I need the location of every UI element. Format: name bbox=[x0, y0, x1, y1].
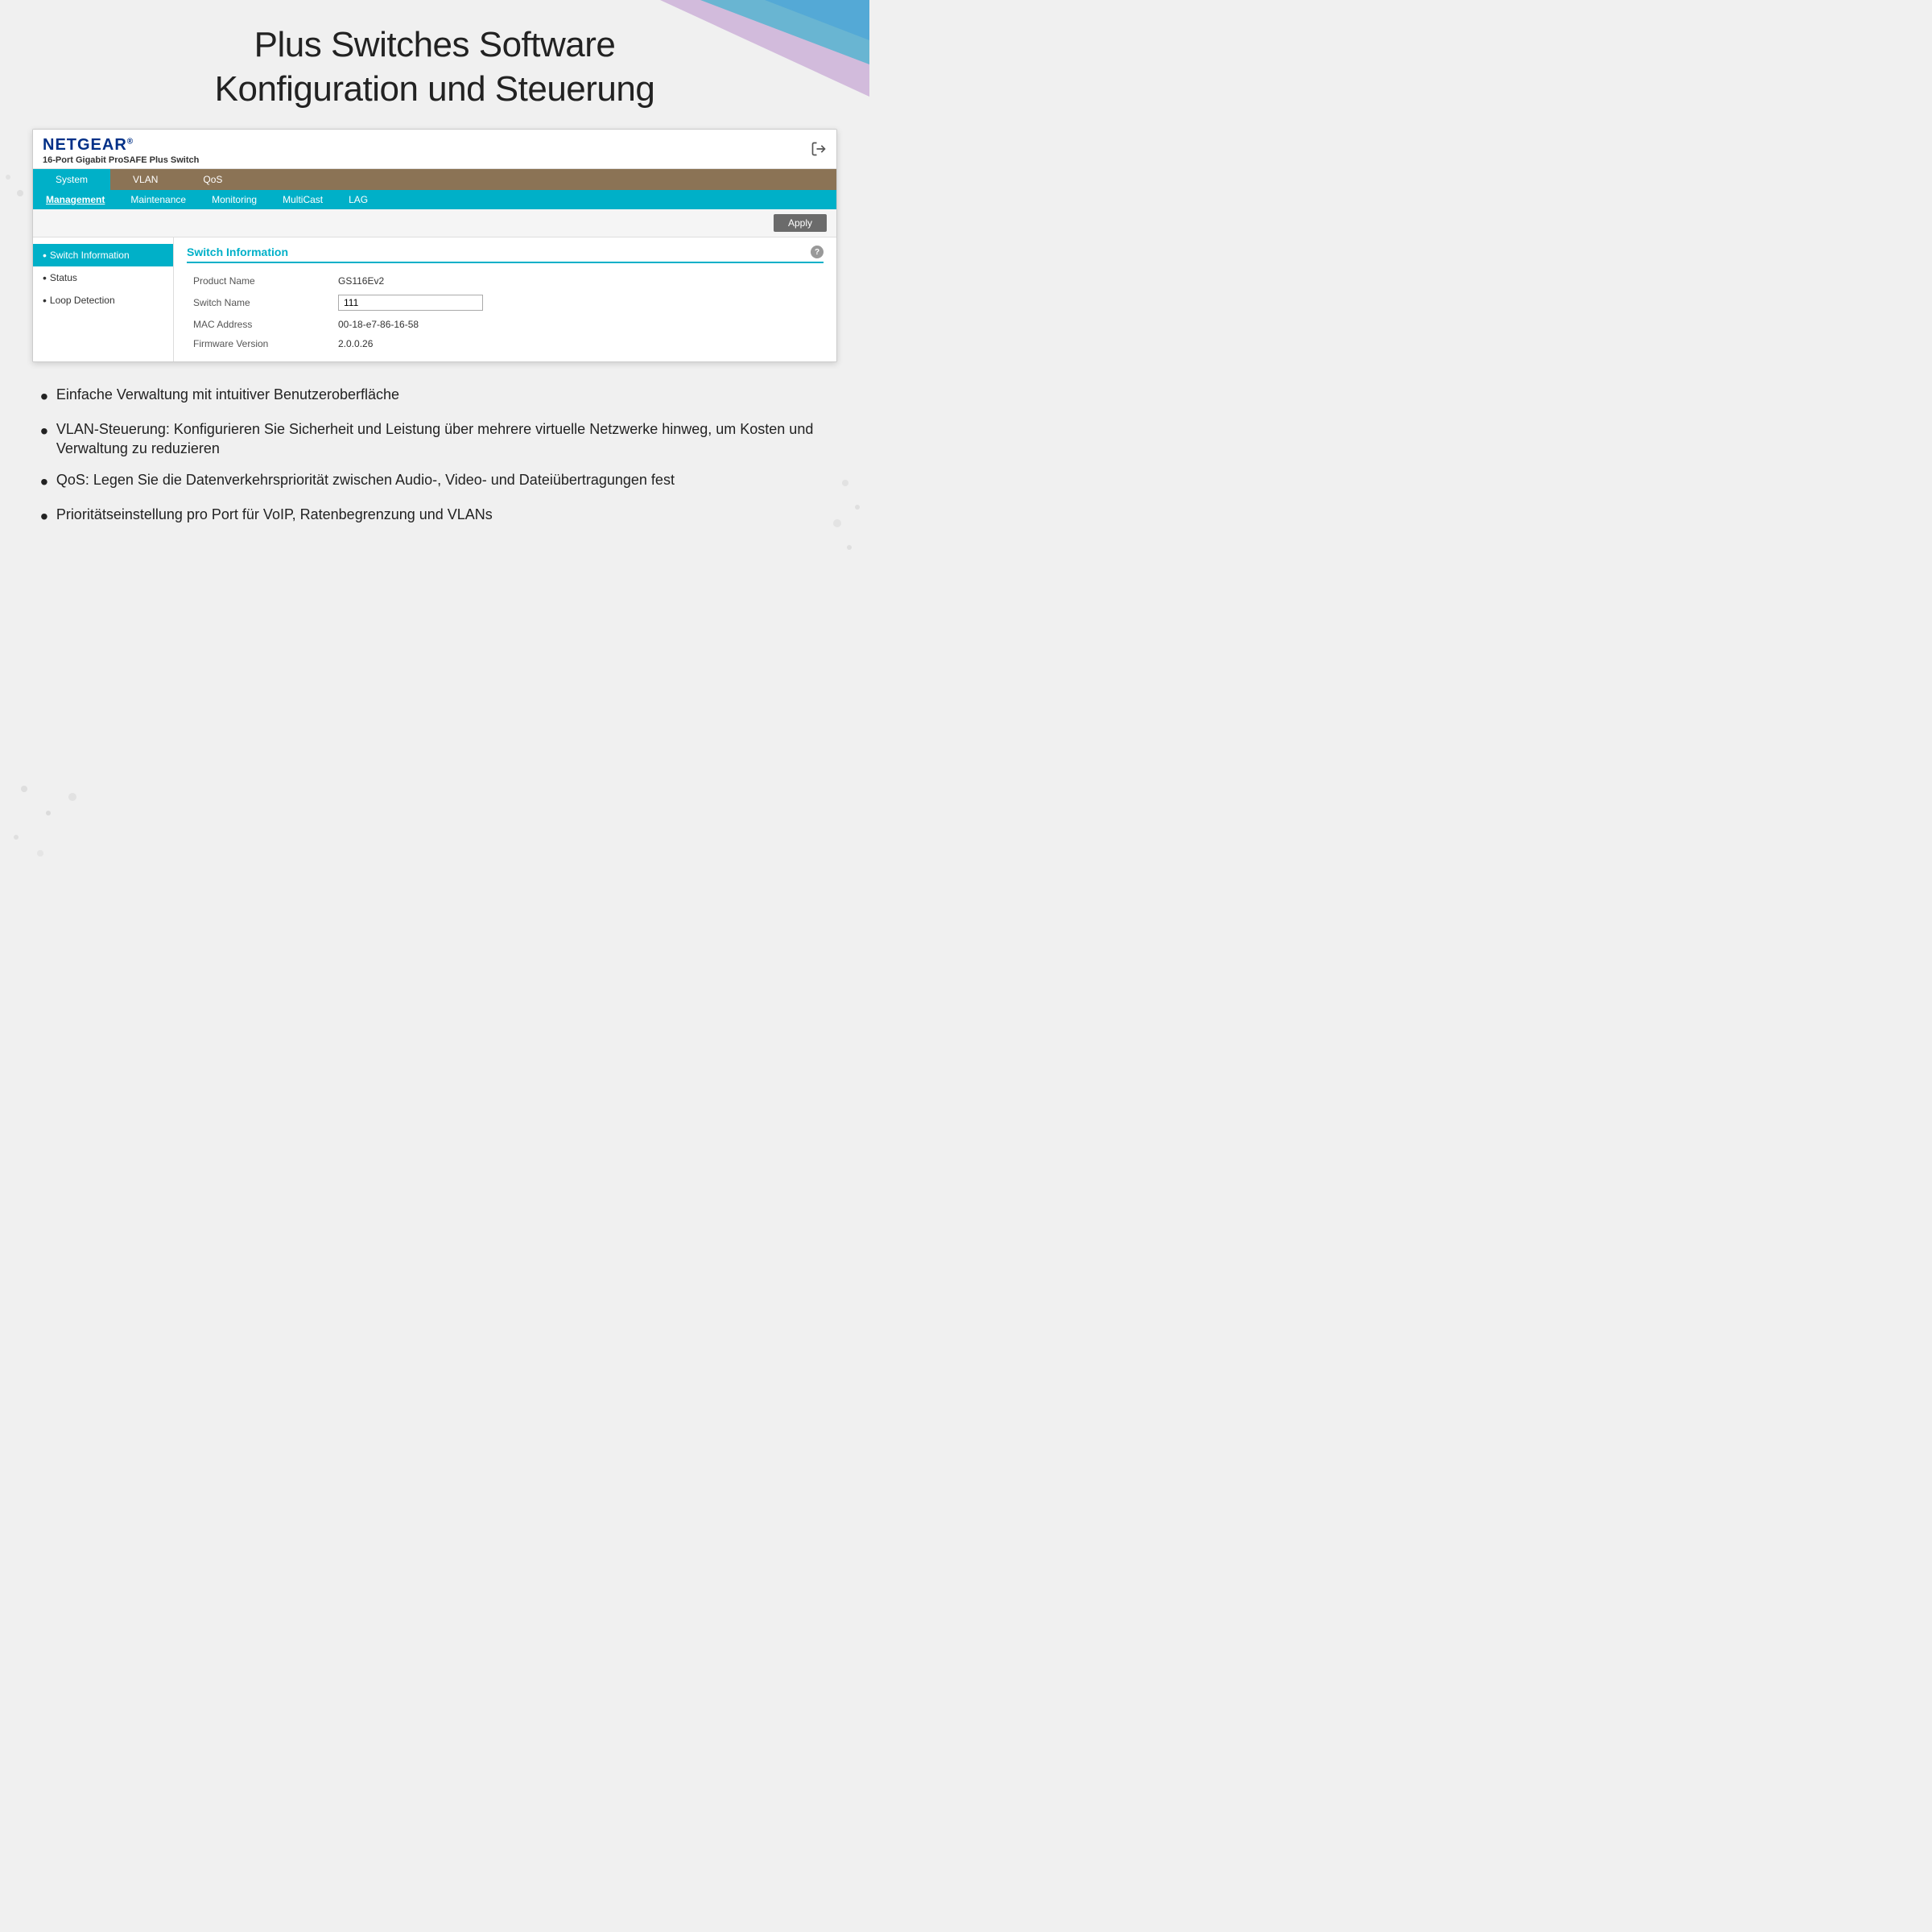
bullets-section: • Einfache Verwaltung mit intuitiver Ben… bbox=[32, 385, 837, 539]
bullet-text-4: Prioritätseinstellung pro Port für VoIP,… bbox=[56, 505, 493, 524]
info-panel: Switch Information ? Product Name GS116E… bbox=[174, 237, 836, 361]
field-value-mac-address: 00-18-e7-86-16-58 bbox=[332, 315, 824, 334]
bullet-dot: • bbox=[40, 471, 48, 493]
apply-row: Apply bbox=[33, 209, 836, 237]
bullet-text-3: QoS: Legen Sie die Datenverkehrsprioritä… bbox=[56, 470, 675, 489]
nav-system[interactable]: System bbox=[33, 169, 110, 190]
logout-button[interactable] bbox=[811, 141, 827, 161]
bullet-item-2: • VLAN-Steuerung: Konfigurieren Sie Sich… bbox=[40, 419, 829, 459]
field-label-product-name: Product Name bbox=[187, 271, 332, 291]
info-panel-title: Switch Information ? bbox=[187, 246, 824, 263]
bullet-icon: • bbox=[43, 271, 47, 284]
table-row: Switch Name bbox=[187, 291, 824, 315]
field-label-mac-address: MAC Address bbox=[187, 315, 332, 334]
bullet-dot: • bbox=[40, 420, 48, 443]
nav-multicast[interactable]: MultiCast bbox=[270, 190, 336, 209]
sidebar-item-status[interactable]: • Status bbox=[33, 266, 173, 289]
sidebar: • Switch Information • Status • Loop Det… bbox=[33, 237, 174, 361]
switch-name-input[interactable] bbox=[338, 295, 483, 311]
bullet-icon: • bbox=[43, 294, 47, 307]
nav-monitoring[interactable]: Monitoring bbox=[199, 190, 270, 209]
sidebar-item-switch-information[interactable]: • Switch Information bbox=[33, 244, 173, 266]
table-row: Firmware Version 2.0.0.26 bbox=[187, 334, 824, 353]
bullet-text-1: Einfache Verwaltung mit intuitiver Benut… bbox=[56, 385, 399, 404]
help-icon[interactable]: ? bbox=[811, 246, 824, 258]
field-value-switch-name bbox=[332, 291, 824, 315]
bullet-item-4: • Prioritätseinstellung pro Port für VoI… bbox=[40, 505, 829, 528]
secondary-nav: Management Maintenance Monitoring MultiC… bbox=[33, 190, 836, 209]
sidebar-item-loop-detection[interactable]: • Loop Detection bbox=[33, 289, 173, 312]
nav-management[interactable]: Management bbox=[33, 190, 118, 209]
nav-qos[interactable]: QoS bbox=[180, 169, 245, 190]
table-row: Product Name GS116Ev2 bbox=[187, 271, 824, 291]
main-content: • Switch Information • Status • Loop Det… bbox=[33, 237, 836, 361]
primary-nav: System VLAN QoS bbox=[33, 169, 836, 190]
bullet-dot: • bbox=[40, 386, 48, 408]
title-section: Plus Switches Software Konfiguration und… bbox=[215, 23, 655, 111]
netgear-logo: NETGEAR® 16-Port Gigabit ProSAFE Plus Sw… bbox=[43, 136, 199, 165]
field-label-firmware: Firmware Version bbox=[187, 334, 332, 353]
bullet-item-3: • QoS: Legen Sie die Datenverkehrspriori… bbox=[40, 470, 829, 493]
bullet-icon: • bbox=[43, 249, 47, 262]
bullet-text-2: VLAN-Steuerung: Konfigurieren Sie Sicher… bbox=[56, 419, 829, 459]
nav-lag[interactable]: LAG bbox=[336, 190, 381, 209]
app-header: NETGEAR® 16-Port Gigabit ProSAFE Plus Sw… bbox=[33, 130, 836, 169]
screenshot-panel: NETGEAR® 16-Port Gigabit ProSAFE Plus Sw… bbox=[32, 129, 837, 362]
nav-maintenance[interactable]: Maintenance bbox=[118, 190, 199, 209]
apply-button[interactable]: Apply bbox=[774, 214, 827, 232]
page-title: Plus Switches Software Konfiguration und… bbox=[215, 23, 655, 111]
field-value-product-name: GS116Ev2 bbox=[332, 271, 824, 291]
brand-name: NETGEAR® bbox=[43, 136, 199, 155]
info-table: Product Name GS116Ev2 Switch Name MAC Ad… bbox=[187, 271, 824, 353]
bullet-item-1: • Einfache Verwaltung mit intuitiver Ben… bbox=[40, 385, 829, 408]
table-row: MAC Address 00-18-e7-86-16-58 bbox=[187, 315, 824, 334]
field-label-switch-name: Switch Name bbox=[187, 291, 332, 315]
bullet-dot: • bbox=[40, 506, 48, 528]
device-subtitle: 16-Port Gigabit ProSAFE Plus Switch bbox=[43, 155, 199, 165]
field-value-firmware: 2.0.0.26 bbox=[332, 334, 824, 353]
nav-vlan[interactable]: VLAN bbox=[110, 169, 180, 190]
